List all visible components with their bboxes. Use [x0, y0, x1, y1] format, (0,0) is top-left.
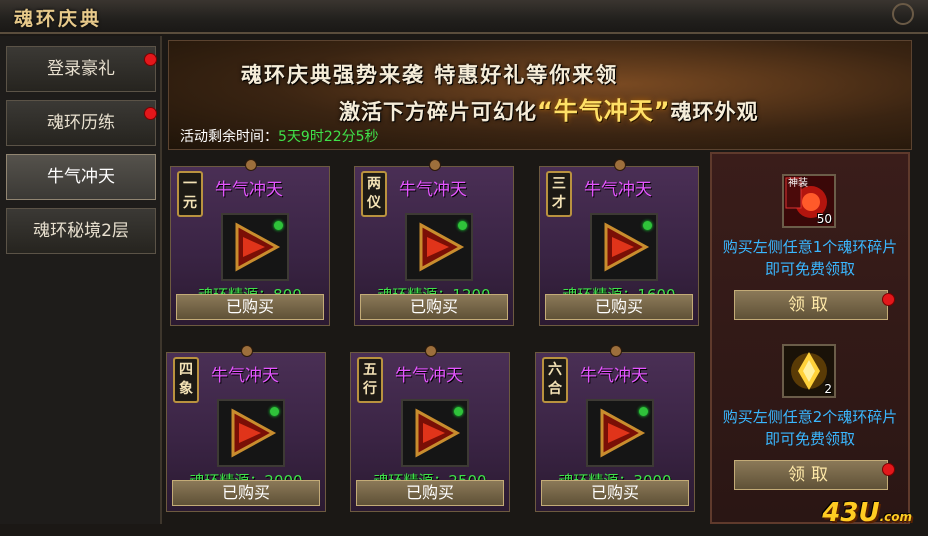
- pin-ornament-icon: [425, 345, 437, 357]
- fragment-tag: 一元: [177, 171, 203, 217]
- fragment-tag-char: 四: [179, 362, 193, 378]
- fragment-name: 牛气冲天: [395, 366, 463, 386]
- fragment-card: 四象 牛气冲天 魂环精源：2000 已购买: [166, 345, 326, 512]
- watermark-main: 43U: [822, 498, 880, 528]
- purchased-button[interactable]: 已购买: [360, 294, 508, 320]
- fragment-item-slot[interactable]: [586, 399, 654, 467]
- reward-count: 2: [824, 382, 832, 396]
- fragment-item-slot[interactable]: [217, 399, 285, 467]
- fragment-tag-char: 三: [552, 176, 566, 192]
- fragment-tag-char: 行: [363, 381, 377, 397]
- pin-ornament-icon: [429, 159, 441, 171]
- watermark-suffix: .com: [879, 510, 912, 524]
- reward-panel: 神装 50 购买左侧任意1个魂环碎片即可免费领取 领取 2 购买左侧任意2个魂环…: [710, 152, 910, 524]
- fragment-card: 六合 牛气冲天 魂环精源：3000 已购买: [535, 345, 695, 512]
- fragment-item-slot[interactable]: [221, 213, 289, 281]
- notification-dot-icon: [144, 107, 157, 120]
- fragment-name: 牛气冲天: [211, 366, 279, 386]
- fragment-tag-char: 才: [552, 195, 566, 211]
- active-indicator-icon: [458, 221, 467, 230]
- reward-description: 购买左侧任意1个魂环碎片即可免费领取: [722, 238, 898, 278]
- fragment-tag-char: 六: [548, 362, 562, 378]
- active-indicator-icon: [643, 221, 652, 230]
- fragment-tag-char: 一: [183, 176, 197, 192]
- purchased-button[interactable]: 已购买: [545, 294, 693, 320]
- fragment-name: 牛气冲天: [584, 180, 652, 200]
- sidebar-item-label: 牛气冲天: [47, 167, 115, 187]
- purchased-button[interactable]: 已购买: [541, 480, 689, 506]
- countdown-timer: 活动剩余时间：5天9时22分5秒: [180, 126, 379, 146]
- fragment-name: 牛气冲天: [580, 366, 648, 386]
- sidebar: 登录豪礼 魂环历练 牛气冲天 魂环秘境2层: [0, 36, 162, 524]
- banner-subline-pre: 激活下方碎片可幻化: [339, 100, 537, 124]
- banner-subline: 激活下方碎片可幻化“牛气冲天”魂环外观: [339, 91, 759, 126]
- fragment-tag: 四象: [173, 357, 199, 403]
- window-title: 魂环庆典: [14, 8, 103, 30]
- reward-count: 50: [816, 212, 832, 226]
- fragment-card: 两仪 牛气冲天 魂环精源：1200 已购买: [354, 159, 514, 326]
- notification-dot-icon: [882, 463, 895, 476]
- corner-ornament-icon: [892, 3, 914, 25]
- sidebar-item-login-gift[interactable]: 登录豪礼: [6, 46, 157, 92]
- pin-ornament-icon: [610, 345, 622, 357]
- fragment-tag-char: 五: [363, 362, 377, 378]
- purchased-button[interactable]: 已购买: [356, 480, 504, 506]
- fragment-name: 牛气冲天: [399, 180, 467, 200]
- fragment-card: 五行 牛气冲天 魂环精源：2500 已购买: [350, 345, 510, 512]
- fragment-item-slot[interactable]: [405, 213, 473, 281]
- claim-button-label: 领取: [788, 295, 834, 315]
- fragment-tag: 两仪: [361, 171, 387, 217]
- reward-description: 购买左侧任意2个魂环碎片即可免费领取: [722, 408, 898, 448]
- pin-ornament-icon: [614, 159, 626, 171]
- active-indicator-icon: [454, 407, 463, 416]
- purchased-button[interactable]: 已购买: [172, 480, 320, 506]
- active-indicator-icon: [270, 407, 279, 416]
- fragment-tag: 六合: [542, 357, 568, 403]
- fragment-card: 三才 牛气冲天 魂环精源：1600 已购买: [539, 159, 699, 326]
- fragment-item-slot[interactable]: [401, 399, 469, 467]
- banner-highlight-name: “牛气冲天”: [537, 97, 671, 125]
- active-indicator-icon: [274, 221, 283, 230]
- site-watermark-logo: 43U.com: [822, 498, 912, 528]
- sidebar-item-soul-ring-training[interactable]: 魂环历练: [6, 100, 157, 146]
- reward-item-slot[interactable]: 神装 50: [782, 174, 836, 228]
- timer-label: 活动剩余时间：: [180, 129, 278, 145]
- active-indicator-icon: [639, 407, 648, 416]
- fragment-tag: 三才: [546, 171, 572, 217]
- notification-dot-icon: [882, 293, 895, 306]
- fragment-tag-char: 仪: [367, 195, 381, 211]
- title-bar: 魂环庆典: [0, 0, 928, 34]
- fragment-tag-char: 象: [179, 381, 193, 397]
- fragment-item-slot[interactable]: [590, 213, 658, 281]
- fragment-tag: 五行: [357, 357, 383, 403]
- pin-ornament-icon: [241, 345, 253, 357]
- sidebar-item-secret-realm[interactable]: 魂环秘境2层: [6, 208, 156, 254]
- notification-dot-icon: [144, 53, 157, 66]
- fragment-tag-char: 两: [367, 176, 381, 192]
- sidebar-item-label: 登录豪礼: [47, 59, 115, 79]
- banner-headline: 魂环庆典强势来袭 特惠好礼等你来领: [241, 63, 619, 87]
- reward-icon-label: 神装: [788, 178, 808, 189]
- claim-button-label: 领取: [788, 465, 834, 485]
- fragment-tag-char: 合: [548, 381, 562, 397]
- claim-button[interactable]: 领取: [734, 460, 895, 490]
- sidebar-item-bull-soaring[interactable]: 牛气冲天: [6, 154, 156, 200]
- sidebar-item-label: 魂环秘境2层: [33, 221, 129, 241]
- claim-button[interactable]: 领取: [734, 290, 895, 320]
- timer-value: 5天9时22分5秒: [278, 129, 379, 145]
- purchased-button[interactable]: 已购买: [176, 294, 324, 320]
- pin-ornament-icon: [245, 159, 257, 171]
- fragment-card: 一元 牛气冲天 魂环精源：800 已购买: [170, 159, 330, 326]
- reward-item-slot[interactable]: 2: [782, 344, 836, 398]
- fragment-name: 牛气冲天: [215, 180, 283, 200]
- sidebar-item-label: 魂环历练: [47, 113, 115, 133]
- banner-subline-post: 魂环外观: [670, 100, 759, 124]
- fragment-tag-char: 元: [183, 195, 197, 211]
